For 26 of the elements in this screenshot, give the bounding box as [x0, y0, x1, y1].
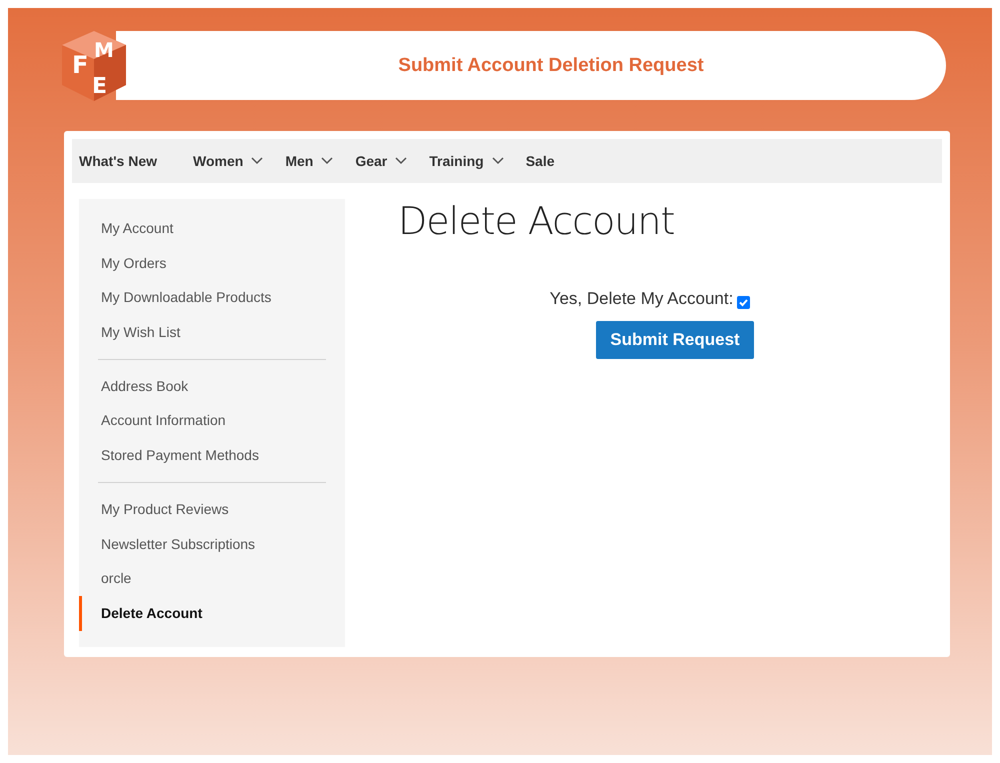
confirm-checkbox[interactable] [737, 296, 750, 308]
chevron-down-icon [492, 157, 504, 165]
nav-menu-item[interactable]: Men [285, 153, 334, 169]
sidebar-link[interactable]: My Product Reviews [79, 492, 345, 526]
nav-menu-item[interactable]: What's New [79, 153, 158, 169]
checkbox-label: Yes, Delete My Account: [550, 289, 734, 309]
submit-request-button[interactable]: Submit Request [596, 321, 754, 359]
sidebar-link[interactable]: Account Information [79, 403, 345, 438]
chevron-down-icon [251, 157, 264, 165]
nav-menu-item[interactable]: Training [429, 153, 504, 169]
nav-menu-item[interactable]: Sale [526, 153, 555, 169]
chevron-down-icon [395, 157, 408, 165]
sidebar-link[interactable]: Address Book [79, 368, 345, 404]
sidebar-link[interactable]: Newsletter Subscriptions [79, 526, 345, 562]
sidebar-link[interactable]: My Account [79, 211, 345, 246]
sidebar-link[interactable]: orcle [79, 561, 345, 596]
banner-title: Submit Account Deletion Request [398, 54, 704, 76]
sidebar-link[interactable]: Stored Payment Methods [79, 438, 345, 473]
sidebar-link[interactable]: Delete Account [79, 596, 345, 631]
sidebar-link[interactable]: My Wish List [79, 315, 345, 350]
page-heading: Delete Account [398, 199, 674, 243]
nav-menu-item[interactable]: Women [193, 153, 264, 169]
chevron-down-icon [321, 157, 334, 165]
nav-menu-item[interactable]: Gear [355, 153, 408, 169]
sidebar-link[interactable]: My Orders [79, 246, 345, 280]
sidebar-link[interactable]: My Downloadable Products [79, 280, 345, 316]
